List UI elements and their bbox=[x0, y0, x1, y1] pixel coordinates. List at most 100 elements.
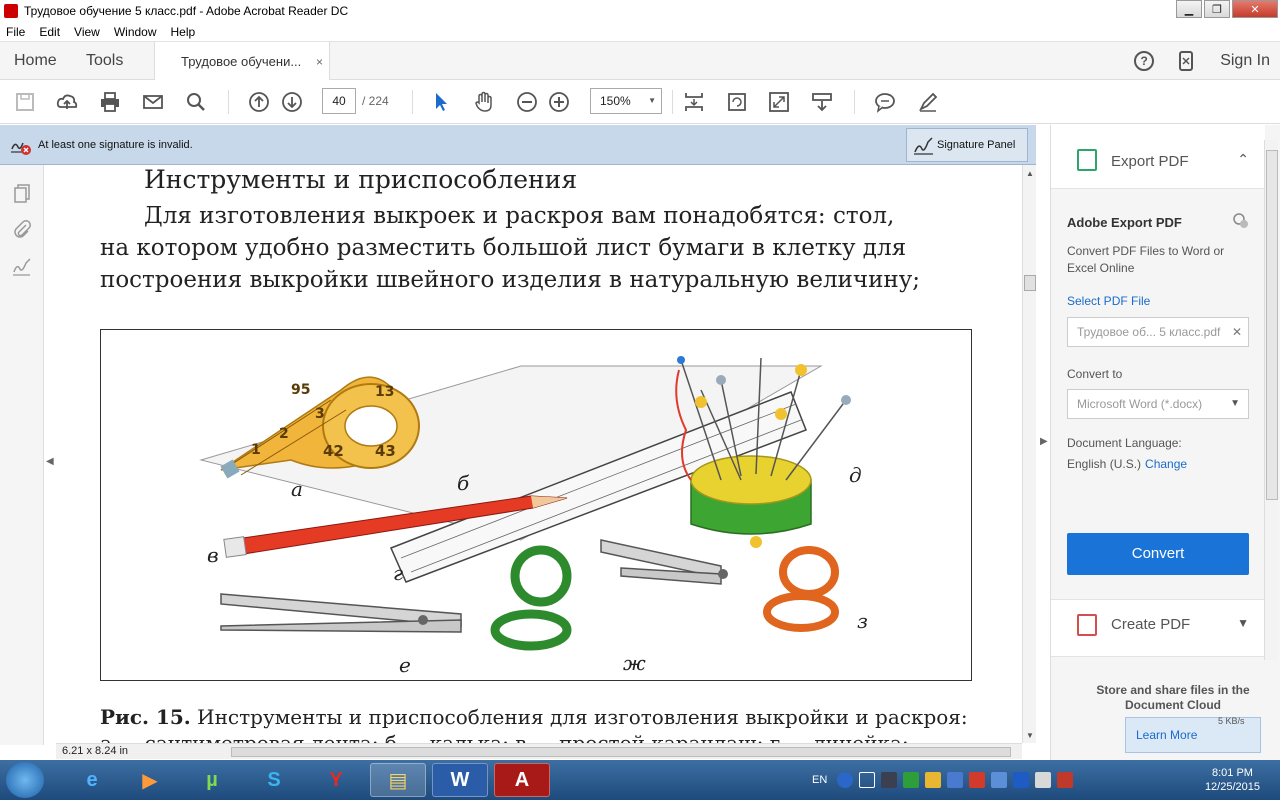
rotate-icon[interactable] bbox=[726, 91, 748, 113]
tape-number: 1 bbox=[251, 442, 261, 458]
save-icon[interactable] bbox=[14, 91, 36, 113]
maximize-button[interactable]: ❐ bbox=[1204, 0, 1230, 18]
start-button[interactable] bbox=[6, 762, 44, 798]
volume-icon[interactable] bbox=[1035, 772, 1052, 788]
taskbar-acrobat[interactable]: A bbox=[494, 763, 550, 797]
windows-taskbar: e ▶ µ S Y ▤ W A EN 8:01 PM 12/25/2015 bbox=[0, 760, 1280, 800]
figure-label-d: д bbox=[849, 463, 862, 487]
change-language-link[interactable]: Change bbox=[1145, 457, 1187, 471]
menu-edit[interactable]: Edit bbox=[39, 25, 60, 39]
document-language: English (U.S.) Change bbox=[1067, 457, 1187, 471]
export-info-icon[interactable] bbox=[1233, 213, 1249, 229]
document-language-value: English (U.S.) bbox=[1067, 457, 1142, 471]
clock-date: 12/25/2015 bbox=[1204, 781, 1260, 793]
hand-tool-icon[interactable] bbox=[473, 91, 495, 113]
read-mode-icon[interactable] bbox=[811, 91, 833, 113]
tab-document[interactable]: Трудовое обучени... × bbox=[154, 42, 330, 81]
flag-icon[interactable] bbox=[969, 772, 986, 788]
tools-illustration: 95 13 2 1 42 43 3 а б в г д е ж з bbox=[199, 356, 868, 677]
tab-close-icon[interactable]: × bbox=[316, 55, 323, 69]
highlight-pen-icon[interactable] bbox=[917, 91, 939, 113]
select-pdf-link[interactable]: Select PDF File bbox=[1067, 294, 1150, 308]
mobile-link-icon[interactable] bbox=[1178, 51, 1194, 71]
check-icon[interactable] bbox=[903, 772, 920, 788]
taskbar-word[interactable]: W bbox=[432, 763, 488, 797]
scroll-mode-icon[interactable] bbox=[683, 91, 705, 113]
document-horizontal-scrollbar[interactable]: 6.21 x 8.24 in bbox=[56, 743, 1022, 759]
flag2-icon[interactable] bbox=[1057, 772, 1074, 788]
panel-scrollbar-thumb[interactable] bbox=[1266, 150, 1278, 500]
monitor-icon[interactable] bbox=[991, 772, 1008, 788]
taskbar-yandex-browser[interactable]: Y bbox=[308, 763, 364, 797]
previous-page-icon[interactable] bbox=[248, 91, 270, 113]
input-language[interactable]: EN bbox=[812, 774, 827, 786]
page-thumbnails-icon[interactable] bbox=[12, 183, 32, 203]
left-panel-toggle-icon[interactable]: ◀ bbox=[46, 456, 54, 467]
minimize-button[interactable]: ▁ bbox=[1176, 0, 1202, 18]
search-icon[interactable] bbox=[185, 91, 207, 113]
taskbar-media-player[interactable]: ▶ bbox=[122, 763, 178, 797]
attachment-icon[interactable] bbox=[12, 219, 32, 239]
figure-caption: Рис. 15. Инструменты и приспособления дл… bbox=[100, 705, 968, 729]
zoom-out-icon[interactable] bbox=[516, 91, 538, 113]
signature-icon[interactable] bbox=[12, 257, 32, 277]
zoom-select[interactable]: 150% ▼ bbox=[590, 88, 662, 114]
chevron-down-icon: ▼ bbox=[648, 96, 656, 105]
orange-scissors bbox=[600, 539, 839, 632]
panel-scrollbar[interactable] bbox=[1264, 140, 1278, 660]
create-pdf-header[interactable]: Create PDF ▼ bbox=[1051, 599, 1265, 657]
document-cloud-promo: Store and share files in the Document Cl… bbox=[1096, 683, 1250, 712]
tab-tools[interactable]: Tools bbox=[86, 42, 123, 80]
scrollbar-thumb[interactable] bbox=[1024, 275, 1036, 291]
taskbar-utorrent[interactable]: µ bbox=[184, 763, 240, 797]
clear-file-icon[interactable]: ✕ bbox=[1232, 318, 1242, 346]
select-cursor-icon[interactable] bbox=[430, 91, 452, 113]
selected-file-field[interactable]: Трудовое об... 5 класс.pdf ✕ bbox=[1067, 317, 1249, 347]
scroll-up-icon[interactable]: ▲ bbox=[1026, 169, 1034, 178]
signature-panel-label: Signature Panel bbox=[937, 139, 1016, 151]
network-icon[interactable] bbox=[947, 772, 964, 788]
help-icon[interactable]: ? bbox=[1134, 51, 1155, 71]
adobe-export-title: Adobe Export PDF bbox=[1067, 215, 1182, 230]
next-page-icon[interactable] bbox=[281, 91, 303, 113]
horizontal-scrollbar-thumb[interactable] bbox=[231, 747, 1011, 757]
comment-icon[interactable] bbox=[874, 91, 896, 113]
page-number-input[interactable]: 40 bbox=[322, 88, 356, 114]
menu-file[interactable]: File bbox=[6, 25, 25, 39]
bluetooth-icon[interactable] bbox=[1013, 772, 1030, 788]
convert-button[interactable]: Convert bbox=[1067, 533, 1249, 575]
signature-panel-button[interactable]: Signature Panel bbox=[906, 128, 1028, 162]
help-icon[interactable] bbox=[837, 772, 854, 788]
toolbar-separator bbox=[228, 90, 229, 114]
convert-to-value: Microsoft Word (*.docx) bbox=[1077, 397, 1203, 411]
document-vertical-scrollbar[interactable]: ▲ ▼ bbox=[1022, 165, 1036, 743]
convert-to-select[interactable]: Microsoft Word (*.docx) ▼ bbox=[1067, 389, 1249, 419]
signature-pen-icon bbox=[914, 137, 933, 155]
email-icon[interactable] bbox=[142, 91, 164, 113]
export-pdf-header[interactable]: Export PDF ⌃ bbox=[1051, 125, 1265, 189]
scroll-down-icon[interactable]: ▼ bbox=[1026, 731, 1034, 740]
menu-view[interactable]: View bbox=[74, 25, 100, 39]
acrobat-icon bbox=[4, 4, 18, 18]
shield-icon[interactable] bbox=[925, 772, 942, 788]
taskbar-skype[interactable]: S bbox=[246, 763, 302, 797]
print-icon[interactable] bbox=[99, 91, 121, 113]
figure-tools-illustration: 95 13 2 1 42 43 3 а б в г д е ж з bbox=[100, 329, 972, 681]
system-tray: EN bbox=[812, 760, 1074, 800]
taskbar-clock[interactable]: 8:01 PM 12/25/2015 bbox=[1205, 766, 1260, 794]
full-screen-icon[interactable] bbox=[768, 91, 790, 113]
arrow-icon[interactable] bbox=[859, 772, 876, 788]
menu-window[interactable]: Window bbox=[114, 25, 157, 39]
right-panel-toggle-icon[interactable]: ▶ bbox=[1040, 436, 1048, 447]
close-button[interactable]: ✕ bbox=[1232, 0, 1278, 18]
upload-cloud-icon[interactable] bbox=[56, 91, 78, 113]
sign-in-link[interactable]: Sign In bbox=[1220, 52, 1270, 70]
tab-home[interactable]: Home bbox=[14, 42, 57, 80]
taskbar-file-explorer[interactable]: ▤ bbox=[370, 763, 426, 797]
icon-b[interactable] bbox=[881, 772, 898, 788]
menu-help[interactable]: Help bbox=[171, 25, 196, 39]
zoom-in-icon[interactable] bbox=[548, 91, 570, 113]
document-paragraph-line-1: Для изготовления выкроек и раскроя вам п… bbox=[144, 203, 895, 229]
figure-label-g: г bbox=[393, 561, 403, 585]
taskbar-internet-explorer[interactable]: e bbox=[64, 763, 120, 797]
